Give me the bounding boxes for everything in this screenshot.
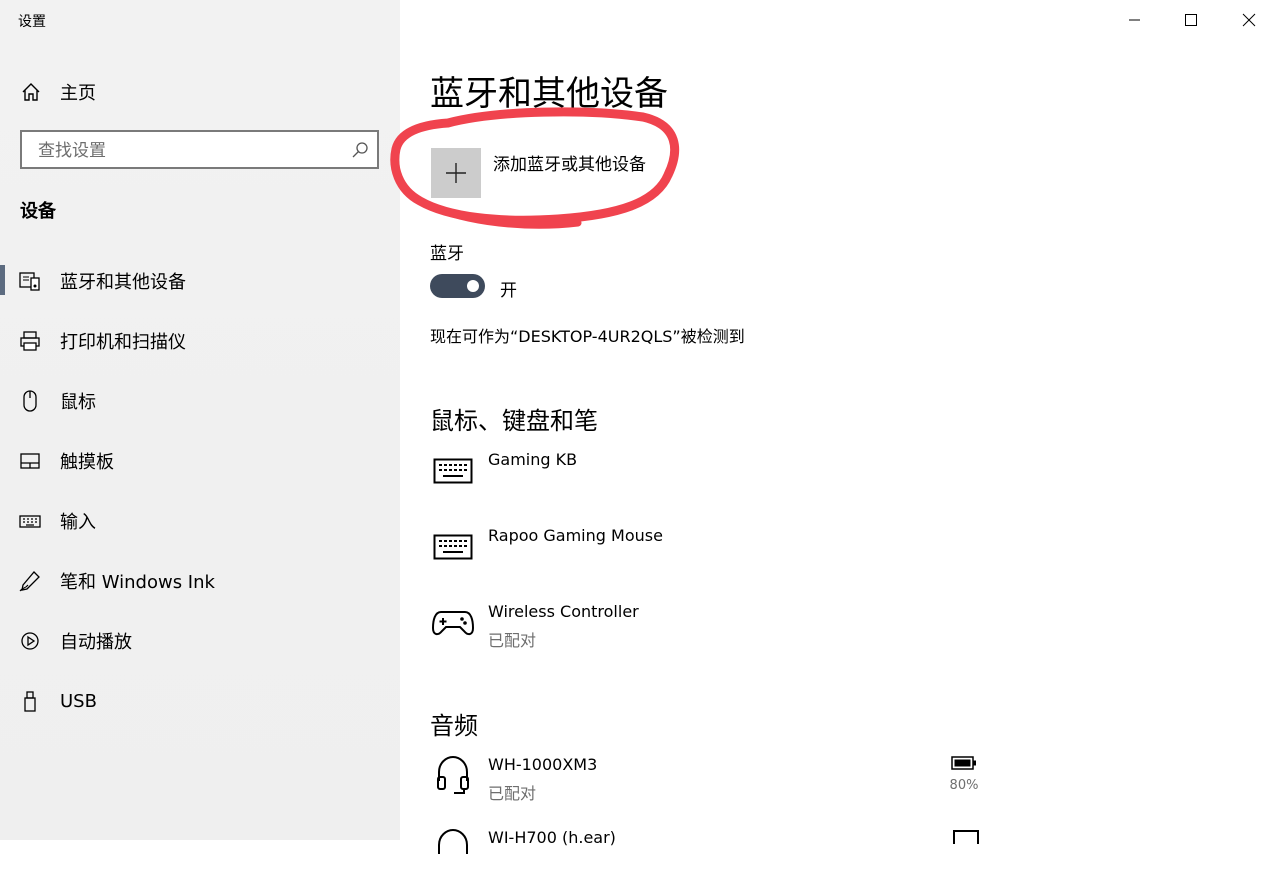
section-title: 设备 [20,201,56,222]
sidebar-item-label: 笔和 Windows Ink [60,572,215,593]
sidebar-item-label: 自动播放 [60,632,132,653]
device-item[interactable]: Wireless Controller 已配对 [430,602,990,662]
usb-icon [19,690,41,712]
autoplay-icon [19,630,41,652]
sidebar-item-bluetooth[interactable]: 蓝牙和其他设备 [0,251,400,311]
app-title: 设置 [18,14,46,30]
group-title-input-devices: 鼠标、键盘和笔 [430,407,598,435]
sidebar-item-label: 鼠标 [60,392,96,413]
headphones-icon [432,828,474,870]
page-title: 蓝牙和其他设备 [430,74,668,114]
sidebar-item-mouse[interactable]: 鼠标 [0,371,400,431]
home-label: 主页 [60,83,96,104]
device-status: 已配对 [488,784,537,803]
device-item[interactable]: WH-1000XM3 已配对 [430,755,990,815]
bluetooth-label: 蓝牙 [430,244,464,264]
add-device-label: 添加蓝牙或其他设备 [493,154,646,175]
battery-icon [953,830,979,844]
touchpad-icon [19,450,41,472]
battery-indicator: 80% [948,755,980,793]
search-box[interactable] [20,130,379,169]
keyboard-icon [19,510,41,532]
plus-icon [431,148,481,198]
search-icon[interactable] [351,141,369,159]
keyboard-icon [432,450,474,492]
device-name: Wireless Controller [488,602,639,621]
bluetooth-toggle-state: 开 [500,281,517,301]
sidebar-item-autoplay[interactable]: 自动播放 [0,611,400,671]
sidebar: 设置 主页 设备 蓝牙和其他设备 打印机和扫描仪 [0,0,400,840]
sidebar-item-touchpad[interactable]: 触摸板 [0,431,400,491]
group-title-audio: 音频 [430,712,478,740]
bluetooth-devices-icon [19,270,41,292]
mouse-icon [19,390,41,412]
main-content: 蓝牙和其他设备 添加蓝牙或其他设备 蓝牙 开 现在可作为“DESKTOP-4UR… [400,0,1278,854]
sidebar-item-label: 打印机和扫描仪 [60,332,186,353]
toggle-knob [467,280,479,292]
sidebar-item-usb[interactable]: USB [0,671,400,731]
headphones-icon [432,755,474,797]
bluetooth-toggle[interactable] [430,274,485,298]
keyboard-icon [432,526,474,568]
device-status: 已配对 [488,631,537,650]
sidebar-item-pen[interactable]: 笔和 Windows Ink [0,551,400,611]
home-nav-item[interactable]: 主页 [20,80,96,104]
add-device-button[interactable]: 添加蓝牙或其他设备 [431,148,646,198]
sidebar-item-label: 蓝牙和其他设备 [60,272,186,293]
printer-icon [19,330,41,352]
gamepad-icon [432,602,474,644]
device-item[interactable]: Gaming KB [430,450,990,510]
battery-icon [951,756,976,770]
sidebar-nav: 蓝牙和其他设备 打印机和扫描仪 鼠标 触摸板 输入 笔和 Windows Ink… [0,251,400,731]
sidebar-item-label: 触摸板 [60,452,114,473]
battery-percent: 80% [949,778,979,793]
device-item[interactable]: Rapoo Gaming Mouse [430,526,990,586]
sidebar-item-label: USB [60,690,97,712]
device-item[interactable]: WI-H700 (h.ear) [430,828,990,888]
sidebar-item-label: 输入 [60,512,96,533]
sidebar-item-typing[interactable]: 输入 [0,491,400,551]
home-icon [20,81,42,103]
device-name: Gaming KB [488,450,578,469]
search-input[interactable] [36,132,350,169]
device-name: WH-1000XM3 [488,755,598,774]
discoverable-text: 现在可作为“DESKTOP-4UR2QLS”被检测到 [430,327,745,346]
device-name: WI-H700 (h.ear) [488,828,616,847]
sidebar-item-printers[interactable]: 打印机和扫描仪 [0,311,400,371]
pen-icon [19,570,41,592]
device-name: Rapoo Gaming Mouse [488,526,663,545]
